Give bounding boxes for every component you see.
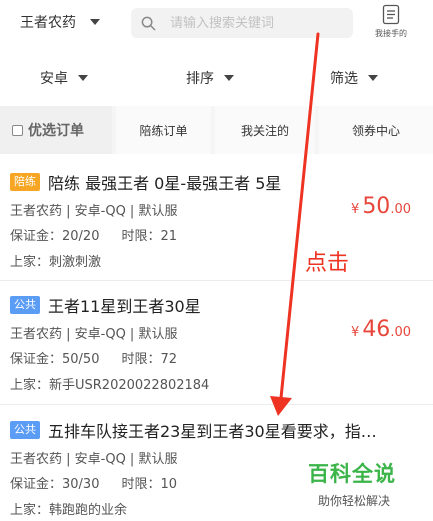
order-price: ¥ 50 .00 bbox=[351, 194, 411, 219]
order-card[interactable]: 陪练 陪练 最强王者 0星-最强王者 5星 王者农药 | 安卓-QQ | 默认服… bbox=[0, 160, 433, 281]
order-game-info: 王者农药 | 安卓-QQ | 默认服 bbox=[10, 327, 178, 342]
game-selector-label: 王者农药 bbox=[20, 15, 76, 31]
my-taken-orders-button[interactable]: 我接手的 bbox=[366, 3, 416, 43]
search-input[interactable] bbox=[170, 15, 340, 31]
order-tabs: 优选订单 陪练订单 我关注的 领券中心 bbox=[0, 106, 433, 154]
order-deposit: 保证金：30/30 bbox=[10, 477, 100, 492]
filter-sort[interactable]: 排序 bbox=[186, 68, 234, 88]
tab-followed[interactable]: 我关注的 bbox=[215, 106, 315, 154]
price-decimal: .00 bbox=[390, 202, 411, 217]
filter-platform[interactable]: 安卓 bbox=[40, 68, 88, 88]
price-symbol: ¥ bbox=[351, 202, 360, 217]
filter-platform-label: 安卓 bbox=[40, 71, 68, 87]
watermark-logo: 百科全说 助你轻松解决 bbox=[308, 458, 426, 514]
order-seller: 上家：新手USR2020022802184 bbox=[10, 378, 210, 393]
watermark-subtitle: 助你轻松解决 bbox=[318, 494, 391, 508]
order-title-row: 陪练 陪练 最强王者 0星-最强王者 5星 bbox=[10, 170, 420, 194]
tab-coupon-center[interactable]: 领券中心 bbox=[319, 106, 433, 154]
filter-screen[interactable]: 筛选 bbox=[330, 68, 378, 88]
search-icon bbox=[141, 16, 156, 30]
order-deposit: 保证金：50/50 bbox=[10, 352, 100, 367]
order-time-limit: 时限：10 bbox=[121, 477, 178, 492]
filter-bar: 安卓 排序 筛选 bbox=[0, 62, 433, 96]
tab-label: 我关注的 bbox=[240, 123, 289, 138]
order-tag: 公共 bbox=[10, 296, 40, 314]
clipboard-icon bbox=[382, 4, 400, 25]
caret-down-icon bbox=[78, 75, 88, 81]
tab-label: 优选订单 bbox=[28, 123, 84, 139]
order-title-row: 公共 王者11星到王者30星 bbox=[10, 293, 420, 317]
game-selector[interactable]: 王者农药 bbox=[20, 11, 100, 33]
order-card[interactable]: 公共 王者11星到王者30星 王者农药 | 安卓-QQ | 默认服 保证金：50… bbox=[0, 283, 433, 405]
price-symbol: ¥ bbox=[351, 325, 360, 340]
checkbox-icon[interactable] bbox=[12, 124, 23, 136]
price-integer: 50 bbox=[362, 194, 391, 219]
order-game-info: 王者农药 | 安卓-QQ | 默认服 bbox=[10, 452, 178, 467]
tab-label: 陪练订单 bbox=[139, 123, 188, 138]
order-game-info: 王者农药 | 安卓-QQ | 默认服 bbox=[10, 204, 178, 219]
order-deposit-time: 保证金：20/20 时限：21 bbox=[10, 225, 177, 244]
order-deposit-time: 保证金：50/50 时限：72 bbox=[10, 348, 177, 367]
search-box[interactable] bbox=[131, 8, 353, 38]
order-seller: 上家：韩跑跑的业余 bbox=[10, 503, 128, 518]
price-integer: 46 bbox=[362, 317, 391, 342]
order-deposit: 保证金：20/20 bbox=[10, 229, 100, 244]
order-title: 王者11星到王者30星 bbox=[48, 297, 201, 316]
caret-down-icon bbox=[368, 75, 378, 81]
order-tag: 公共 bbox=[10, 421, 40, 439]
order-title: 五排车队接王者23星到王者30星看要求，指… bbox=[48, 422, 377, 441]
top-bar: 王者农药 我接手的 bbox=[0, 0, 433, 46]
tab-label: 领券中心 bbox=[351, 123, 400, 138]
watermark-title: 百科全说 bbox=[308, 462, 396, 486]
my-taken-orders-label: 我接手的 bbox=[375, 29, 407, 38]
caret-down-icon bbox=[90, 19, 100, 25]
order-tag: 陪练 bbox=[10, 173, 40, 191]
tab-preferred-orders[interactable]: 优选订单 bbox=[0, 106, 112, 154]
order-seller: 上家：刺激刺激 bbox=[10, 255, 102, 270]
order-price: ¥ 46 .00 bbox=[351, 317, 411, 342]
price-decimal: .00 bbox=[390, 325, 411, 340]
filter-sort-label: 排序 bbox=[186, 71, 214, 87]
tab-training-orders[interactable]: 陪练订单 bbox=[116, 106, 211, 154]
filter-screen-label: 筛选 bbox=[330, 71, 358, 87]
order-title-row: 公共 五排车队接王者23星到王者30星看要求，指… bbox=[10, 418, 420, 442]
annotation-text: 点击 bbox=[305, 251, 350, 276]
order-time-limit: 时限：21 bbox=[121, 229, 178, 244]
order-time-limit: 时限：72 bbox=[121, 352, 178, 367]
order-title: 陪练 最强王者 0星-最强王者 5星 bbox=[48, 174, 282, 193]
order-deposit-time: 保证金：30/30 时限：10 bbox=[10, 473, 177, 492]
caret-down-icon bbox=[224, 75, 234, 81]
